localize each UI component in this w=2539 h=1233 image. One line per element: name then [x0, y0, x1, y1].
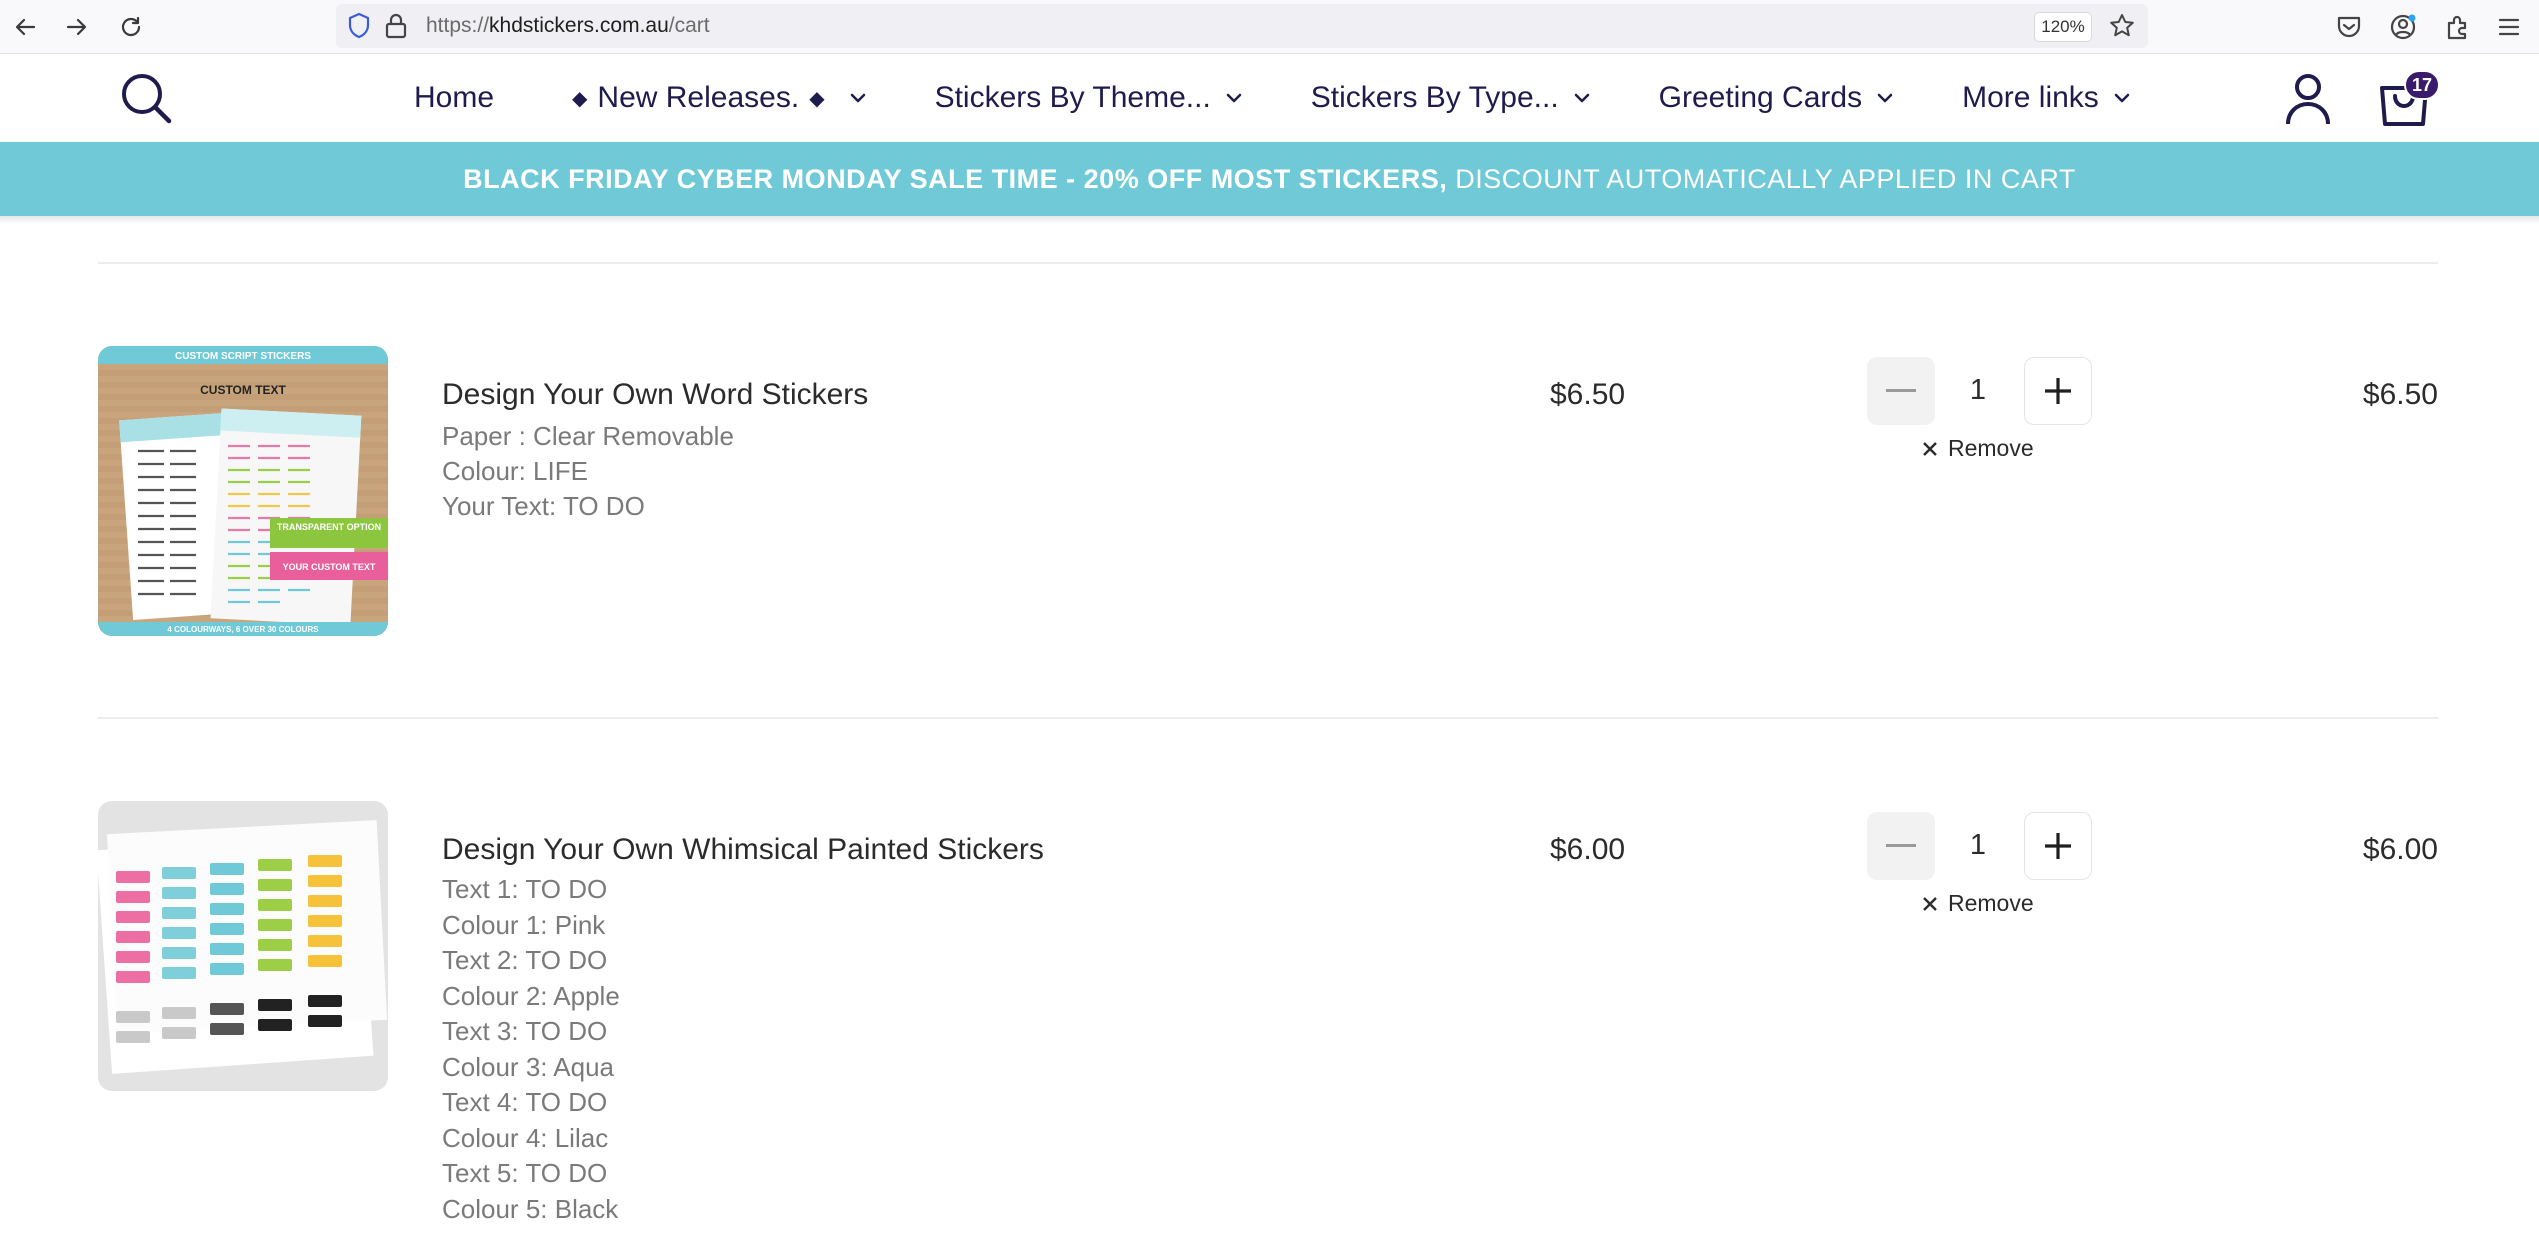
user-account-icon[interactable]: [2282, 72, 2334, 126]
product-option: Colour: LIFE: [442, 456, 588, 486]
product-option: Text 5: TO DO: [442, 1158, 608, 1188]
nav-home[interactable]: Home: [414, 81, 494, 115]
main-navigation: Home ◆ New Releases. ◆ Stickers By Theme…: [414, 54, 2199, 142]
cart-divider: [98, 262, 2438, 264]
pocket-icon[interactable]: [2330, 8, 2368, 46]
nav-stickers-by-theme[interactable]: Stickers By Theme...: [935, 81, 1243, 115]
hamburger-menu-icon[interactable]: [2490, 8, 2528, 46]
diamond-right-icon: ◆: [809, 87, 825, 110]
quantity-value[interactable]: 1: [1948, 829, 2008, 862]
browser-toolbar: https://khdstickers.com.au/cart 120%: [0, 0, 2539, 54]
nav-more-links-label: More links: [1962, 81, 2099, 114]
remove-item-link[interactable]: Remove: [1922, 435, 2034, 462]
quantity-increase-button[interactable]: [2024, 357, 2092, 425]
nav-home-label: Home: [414, 81, 495, 114]
url-text: https://khdstickers.com.au/cart: [426, 14, 710, 37]
promo-banner: BLACK FRIDAY CYBER MONDAY SALE TIME - 20…: [0, 142, 2539, 216]
product-image[interactable]: [98, 801, 388, 1091]
chevron-down-icon: [850, 93, 865, 103]
forward-arrow-icon[interactable]: [58, 8, 96, 46]
unit-price: $6.00: [1550, 833, 1626, 866]
product-option: Colour 1: Pink: [442, 910, 606, 940]
product-option: Text 4: TO DO: [442, 1087, 608, 1117]
site-header: Home ◆ New Releases. ◆ Stickers By Theme…: [0, 54, 2539, 142]
unit-price: $6.50: [1550, 378, 1626, 411]
thumb-green-tag: TRANSPARENT OPTION: [277, 522, 381, 532]
product-option: Colour 2: Apple: [442, 981, 620, 1011]
chevron-down-icon: [1574, 93, 1589, 103]
bookmark-star-icon[interactable]: [2108, 12, 2136, 45]
back-arrow-icon[interactable]: [6, 8, 44, 46]
address-bar[interactable]: https://khdstickers.com.au/cart 120%: [336, 4, 2148, 48]
product-option: Text 3: TO DO: [442, 1016, 608, 1046]
nav-greeting-cards-label: Greeting Cards: [1658, 81, 1863, 114]
account-circle-icon[interactable]: [2384, 8, 2422, 46]
quantity-decrease-button[interactable]: [1867, 812, 1935, 880]
minus-icon: [1886, 389, 1916, 392]
nav-new-releases-label: New Releases.: [597, 81, 800, 114]
remove-label: Remove: [1948, 435, 2034, 461]
chevron-down-icon: [1226, 93, 1242, 103]
remove-item-link[interactable]: Remove: [1922, 890, 2034, 917]
quantity-increase-button[interactable]: [2024, 812, 2092, 880]
product-option: Colour 4: Lilac: [442, 1123, 609, 1153]
nav-new-releases[interactable]: ◆ New Releases. ◆: [562, 81, 867, 115]
nav-more-links[interactable]: More links: [1962, 81, 2131, 115]
product-option: Text 2: TO DO: [442, 945, 608, 975]
close-icon: [1923, 441, 1937, 456]
diamond-left-icon: ◆: [572, 87, 588, 110]
reload-icon[interactable]: [112, 8, 150, 46]
banner-regular-text: DISCOUNT AUTOMATICALLY APPLIED IN CART: [1455, 163, 2076, 194]
product-option: Colour 3: Aqua: [442, 1052, 615, 1082]
banner-bold-text: BLACK FRIDAY CYBER MONDAY SALE TIME - 20…: [463, 163, 1448, 194]
line-total: $6.50: [2362, 378, 2438, 411]
search-icon[interactable]: [118, 70, 174, 126]
product-option: Colour 5: Black: [442, 1194, 619, 1224]
extensions-puzzle-icon[interactable]: [2438, 8, 2476, 46]
close-icon: [1923, 896, 1937, 911]
minus-icon: [1886, 844, 1916, 847]
thumb-bottom-band-text: 4 COLOURWAYS, 6 OVER 30 COLOURS: [167, 625, 319, 634]
cart-divider: [98, 717, 2438, 719]
product-option: Paper : Clear Removable: [442, 421, 734, 451]
chevron-down-icon: [2114, 93, 2130, 103]
remove-label: Remove: [1948, 890, 2034, 916]
nav-stickers-by-type[interactable]: Stickers By Type...: [1311, 81, 1591, 115]
cart-count-badge: 17: [2404, 70, 2440, 100]
product-title[interactable]: Design Your Own Whimsical Painted Sticke…: [442, 833, 1044, 867]
plus-icon: [2045, 378, 2071, 404]
thumb-sheet-heading: CUSTOM TEXT: [200, 383, 286, 397]
tracking-shield-icon[interactable]: [346, 12, 372, 45]
line-total: $6.00: [2362, 833, 2438, 866]
plus-icon: [2045, 833, 2071, 859]
thumb-top-band-text: CUSTOM SCRIPT STICKERS: [175, 351, 311, 362]
product-title[interactable]: Design Your Own Word Stickers: [442, 378, 868, 412]
product-image[interactable]: CUSTOM SCRIPT STICKERS CUSTOM TEXT TRANS…: [98, 346, 388, 636]
product-option: Your Text: TO DO: [442, 491, 645, 521]
lock-icon[interactable]: [384, 12, 408, 45]
product-option: Text 1: TO DO: [442, 874, 608, 904]
quantity-value[interactable]: 1: [1948, 374, 2008, 407]
quantity-decrease-button[interactable]: [1867, 357, 1935, 425]
chevron-down-icon: [1877, 93, 1893, 103]
nav-stickers-by-theme-label: Stickers By Theme...: [934, 81, 1211, 114]
zoom-level-badge[interactable]: 120%: [2034, 12, 2092, 42]
banner-shadow: [0, 216, 2539, 224]
nav-greeting-cards[interactable]: Greeting Cards: [1659, 81, 1894, 115]
thumb-pink-tag: YOUR CUSTOM TEXT: [283, 562, 376, 572]
nav-stickers-by-type-label: Stickers By Type...: [1310, 81, 1559, 114]
